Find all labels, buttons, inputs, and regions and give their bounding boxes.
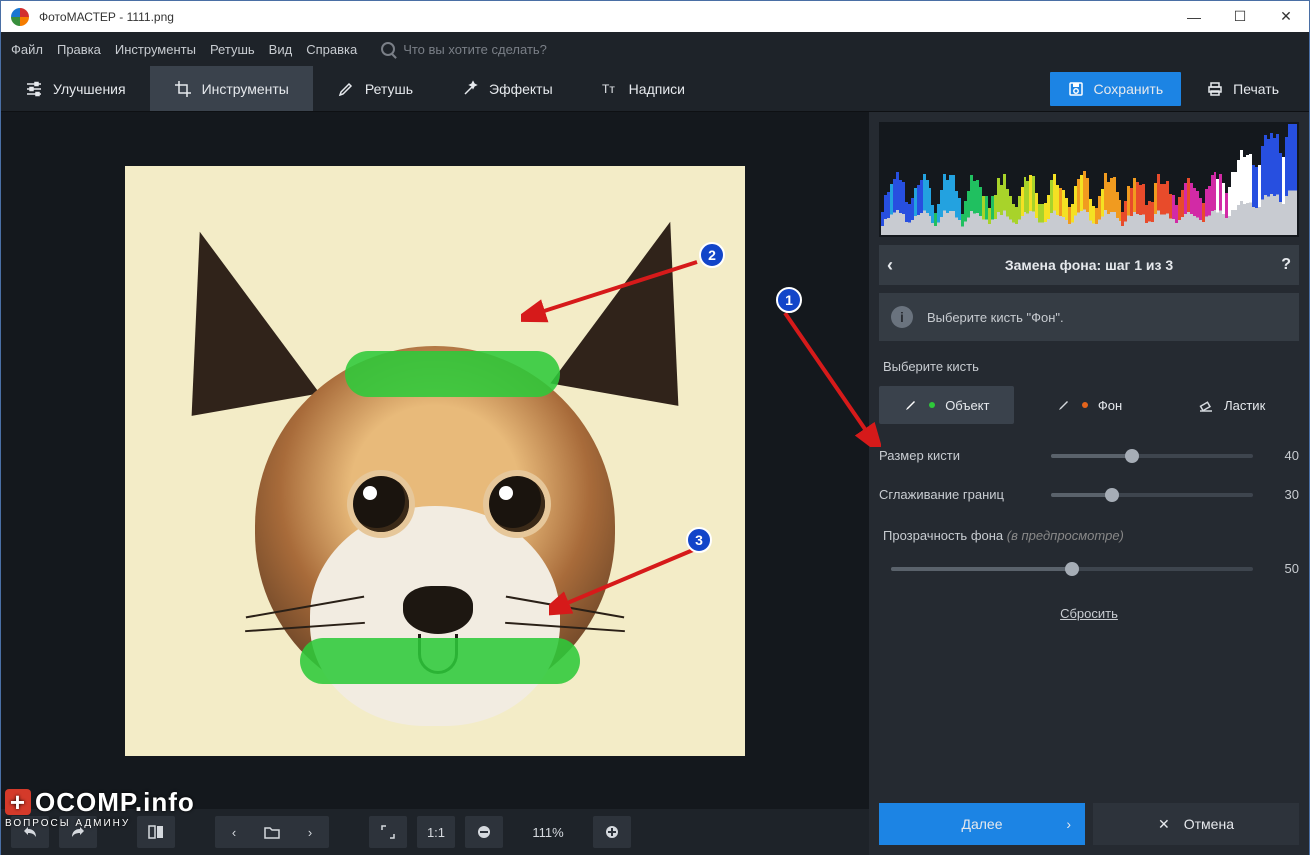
window-minimize-button[interactable]: —	[1171, 1, 1217, 32]
opacity-value: 50	[1265, 561, 1299, 576]
navigate-group: ‹ ›	[215, 816, 329, 848]
brush-icon	[337, 80, 355, 98]
brush-size-row: Размер кисти 40	[879, 448, 1299, 463]
svg-text:Tᴛ: Tᴛ	[602, 82, 615, 96]
brush-size-label: Размер кисти	[879, 448, 1039, 463]
tab-label: Улучшения	[53, 81, 126, 97]
chevron-right-icon: ›	[1066, 816, 1071, 832]
menu-help[interactable]: Справка	[306, 42, 357, 57]
step-help-button[interactable]: ?	[1271, 256, 1291, 274]
window-close-button[interactable]: ✕	[1263, 1, 1309, 32]
tab-label: Ретушь	[365, 81, 413, 97]
tab-retouch[interactable]: Ретушь	[313, 66, 437, 111]
menu-retouch[interactable]: Ретушь	[210, 42, 255, 57]
menu-view[interactable]: Вид	[269, 42, 293, 57]
canvas[interactable]: 2 1 3	[1, 112, 869, 809]
object-dot-icon	[929, 402, 935, 408]
cancel-button[interactable]: ✕ Отмена	[1093, 803, 1299, 845]
crop-icon	[174, 80, 192, 98]
brush-size-value: 40	[1265, 448, 1299, 463]
brush-background-label: Фон	[1098, 398, 1122, 413]
reset-link[interactable]: Сбросить	[879, 606, 1299, 621]
tab-tools[interactable]: Инструменты	[150, 66, 313, 111]
next-label: Далее	[961, 816, 1002, 832]
cancel-label: Отмена	[1184, 816, 1234, 832]
annotation-badge-1: 1	[776, 287, 802, 313]
smoothing-label: Сглаживание границ	[879, 487, 1039, 502]
watermark: +OCOMP.info ВОПРОСЫ АДМИНУ	[5, 787, 195, 829]
save-button[interactable]: Сохранить	[1050, 72, 1182, 106]
search-placeholder: Что вы хотите сделать?	[403, 42, 547, 57]
text-icon: Tᴛ	[601, 80, 619, 98]
histogram: /*placeholder*/	[879, 122, 1299, 237]
brush-object-button[interactable]: Объект	[879, 386, 1014, 424]
brush-eraser-label: Ластик	[1224, 398, 1265, 413]
tabbar: Улучшения Инструменты Ретушь Эффекты	[1, 66, 1309, 112]
window-maximize-button[interactable]: ☐	[1217, 1, 1263, 32]
tab-label: Надписи	[629, 81, 685, 97]
tab-text[interactable]: Tᴛ Надписи	[577, 66, 709, 111]
step-back-button[interactable]: ‹	[887, 255, 907, 276]
window-title: ФотоМАСТЕР - 1111.png	[39, 10, 174, 24]
titlebar: ФотоМАСТЕР - 1111.png — ☐ ✕	[1, 1, 1309, 32]
step-header: ‹ Замена фона: шаг 1 из 3 ?	[879, 245, 1299, 285]
image-preview	[125, 166, 745, 756]
opacity-row: 50	[879, 561, 1299, 576]
fit-screen-button[interactable]	[369, 816, 407, 848]
brush-object-label: Объект	[945, 398, 989, 413]
tab-label: Эффекты	[489, 81, 553, 97]
print-button[interactable]: Печать	[1189, 72, 1297, 106]
smoothing-value: 30	[1265, 487, 1299, 502]
menu-tools[interactable]: Инструменты	[115, 42, 196, 57]
open-folder-button[interactable]	[253, 816, 291, 848]
zoom-actual-button[interactable]: 1:1	[417, 816, 455, 848]
menu-edit[interactable]: Правка	[57, 42, 101, 57]
zoom-percent-display: 111%	[513, 816, 583, 848]
menu-search[interactable]: Что вы хотите сделать?	[381, 42, 547, 57]
print-label: Печать	[1233, 81, 1279, 97]
menu-file[interactable]: Файл	[11, 42, 43, 57]
select-brush-label: Выберите кисть	[883, 359, 1295, 374]
step-title: Замена фона: шаг 1 из 3	[907, 257, 1271, 273]
info-icon: i	[891, 306, 913, 328]
print-icon	[1207, 81, 1223, 97]
smoothing-row: Сглаживание границ 30	[879, 487, 1299, 502]
opacity-label-row: Прозрачность фона (в предпросмотре)	[883, 528, 1295, 543]
tab-effects[interactable]: Эффекты	[437, 66, 577, 111]
prev-image-button[interactable]: ‹	[215, 816, 253, 848]
brush-size-slider[interactable]	[1051, 454, 1253, 458]
next-image-button[interactable]: ›	[291, 816, 329, 848]
wand-icon	[461, 80, 479, 98]
annotation-badge-2: 2	[699, 242, 725, 268]
tab-enhancements[interactable]: Улучшения	[1, 66, 150, 111]
background-dot-icon	[1082, 402, 1088, 408]
tab-label: Инструменты	[202, 81, 289, 97]
save-label: Сохранить	[1094, 81, 1164, 97]
canvas-area: 2 1 3	[1, 112, 869, 855]
zoom-out-button[interactable]	[465, 816, 503, 848]
zoom-in-button[interactable]	[593, 816, 631, 848]
save-icon	[1068, 81, 1084, 97]
object-stroke-1	[345, 351, 560, 397]
hint-panel: i Выберите кисть "Фон".	[879, 293, 1299, 341]
opacity-slider[interactable]	[891, 567, 1253, 571]
side-panel: /*placeholder*/ ‹ Замена фона: шаг 1 из …	[869, 112, 1309, 855]
smoothing-slider[interactable]	[1051, 493, 1253, 497]
annotation-badge-3: 3	[686, 527, 712, 553]
search-icon	[381, 42, 395, 56]
next-step-button[interactable]: Далее ›	[879, 803, 1085, 845]
brush-background-button[interactable]: Фон	[1022, 386, 1157, 424]
close-icon: ✕	[1158, 816, 1170, 833]
sliders-icon	[25, 80, 43, 98]
brush-eraser-button[interactable]: Ластик	[1164, 386, 1299, 424]
hint-text: Выберите кисть "Фон".	[927, 310, 1064, 325]
object-stroke-2	[300, 638, 580, 684]
app-logo-icon	[11, 8, 29, 26]
menubar: Файл Правка Инструменты Ретушь Вид Справ…	[1, 32, 1309, 66]
